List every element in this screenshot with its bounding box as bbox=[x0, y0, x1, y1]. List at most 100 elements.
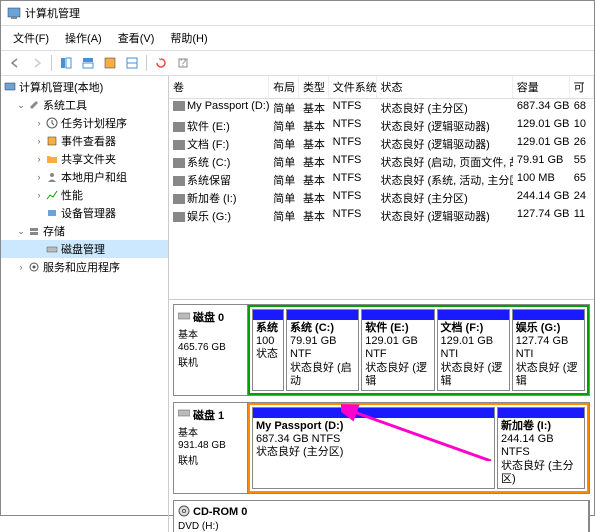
services-icon bbox=[27, 260, 41, 274]
tree-label: 性能 bbox=[61, 187, 83, 203]
partition[interactable]: 系统100状态 bbox=[252, 309, 284, 391]
view-button-2[interactable] bbox=[78, 53, 98, 73]
volume-row[interactable]: My Passport (D:)简单基本NTFS状态良好 (主分区)687.34… bbox=[169, 99, 594, 117]
menu-view[interactable]: 查看(V) bbox=[110, 28, 163, 48]
tree-device-manager[interactable]: 设备管理器 bbox=[1, 204, 168, 222]
volume-row[interactable]: 新加卷 (I:)简单基本NTFS状态良好 (主分区)244.14 GB24 bbox=[169, 189, 594, 207]
menu-help[interactable]: 帮助(H) bbox=[162, 28, 215, 48]
tree-event-viewer[interactable]: › 事件查看器 bbox=[1, 132, 168, 150]
view-button-1[interactable] bbox=[56, 53, 76, 73]
expand-icon[interactable]: › bbox=[33, 190, 45, 200]
cdrom-sub: DVD (H:) bbox=[178, 521, 584, 532]
toolbar: ? bbox=[1, 51, 594, 76]
volume-list[interactable]: 卷 布局 类型 文件系统 状态 容量 可 My Passport (D:)简单基… bbox=[169, 76, 594, 300]
storage-icon bbox=[27, 224, 41, 238]
event-icon bbox=[45, 134, 59, 148]
volume-icon bbox=[173, 176, 185, 186]
partition[interactable]: My Passport (D:)687.34 GB NTFS状态良好 (主分区) bbox=[252, 407, 495, 489]
partition[interactable]: 系统 (C:)79.91 GB NTF状态良好 (启动 bbox=[286, 309, 359, 391]
tree-services[interactable]: › 服务和应用程序 bbox=[1, 258, 168, 276]
col-free[interactable]: 可 bbox=[570, 76, 594, 98]
disk-1-row[interactable]: 磁盘 1 基本 931.48 GB 联机 My Passport (D:)687… bbox=[173, 402, 590, 494]
tree-pane[interactable]: 计算机管理(本地) ⌄ 系统工具 › 任务计划程序 › 事件查看器 › 共享文件… bbox=[1, 76, 169, 532]
col-layout[interactable]: 布局 bbox=[269, 76, 299, 98]
tree-local-users[interactable]: › 本地用户和组 bbox=[1, 168, 168, 186]
volume-row[interactable]: 软件 (E:)简单基本NTFS状态良好 (逻辑驱动器)129.01 GB10 bbox=[169, 117, 594, 135]
expand-icon[interactable]: › bbox=[33, 118, 45, 128]
disk-0-row[interactable]: 磁盘 0 基本 465.76 GB 联机 系统100状态系统 (C:)79.91… bbox=[173, 304, 590, 396]
expand-icon[interactable]: › bbox=[33, 172, 45, 182]
tree-label: 计算机管理(本地) bbox=[19, 79, 103, 95]
titlebar: 计算机管理 bbox=[1, 1, 594, 26]
col-fs[interactable]: 文件系统 bbox=[329, 76, 377, 98]
tree-label: 事件查看器 bbox=[61, 133, 116, 149]
tree-task-scheduler[interactable]: › 任务计划程序 bbox=[1, 114, 168, 132]
device-icon bbox=[45, 206, 59, 220]
collapse-icon[interactable]: ⌄ bbox=[15, 100, 27, 111]
volume-icon bbox=[173, 194, 185, 204]
col-status[interactable]: 状态 bbox=[377, 76, 513, 98]
volume-icon bbox=[173, 140, 185, 150]
menu-file[interactable]: 文件(F) bbox=[5, 28, 57, 48]
volume-row[interactable]: 文档 (F:)简单基本NTFS状态良好 (逻辑驱动器)129.01 GB26 bbox=[169, 135, 594, 153]
disk-graphical-pane[interactable]: 磁盘 0 基本 465.76 GB 联机 系统100状态系统 (C:)79.91… bbox=[169, 300, 594, 532]
tree-system-tools[interactable]: ⌄ 系统工具 bbox=[1, 96, 168, 114]
disk-0-label[interactable]: 磁盘 0 基本 465.76 GB 联机 bbox=[174, 305, 248, 395]
disk-status: 联机 bbox=[178, 354, 243, 369]
collapse-icon[interactable]: ⌄ bbox=[15, 226, 27, 237]
tree-label: 设备管理器 bbox=[61, 205, 116, 221]
menu-action[interactable]: 操作(A) bbox=[57, 28, 110, 48]
tree-label: 存储 bbox=[43, 223, 65, 239]
disk-0-partitions: 系统100状态系统 (C:)79.91 GB NTF状态良好 (启动软件 (E:… bbox=[248, 305, 589, 395]
view-button-4[interactable] bbox=[122, 53, 142, 73]
disk-status: 联机 bbox=[178, 452, 243, 467]
expand-icon[interactable]: › bbox=[33, 154, 45, 164]
tree-label: 共享文件夹 bbox=[61, 151, 116, 167]
tree-performance[interactable]: › 性能 bbox=[1, 186, 168, 204]
col-type[interactable]: 类型 bbox=[299, 76, 329, 98]
view-button-3[interactable] bbox=[100, 53, 120, 73]
perf-icon bbox=[45, 188, 59, 202]
partition[interactable]: 软件 (E:)129.01 GB NTF状态良好 (逻辑 bbox=[361, 309, 434, 391]
cdrom-title: CD-ROM 0 bbox=[193, 506, 247, 518]
expand-icon[interactable]: › bbox=[15, 262, 27, 272]
cdrom-label[interactable]: CD-ROM 0 DVD (H:) bbox=[174, 501, 589, 532]
volume-icon bbox=[173, 212, 185, 222]
col-capacity[interactable]: 容量 bbox=[513, 76, 570, 98]
tree-root[interactable]: 计算机管理(本地) bbox=[1, 78, 168, 96]
tools-icon bbox=[27, 98, 41, 112]
volume-icon bbox=[173, 158, 185, 168]
disk-size: 465.76 GB bbox=[178, 342, 243, 353]
tree-label: 任务计划程序 bbox=[61, 115, 127, 131]
tree-shared-folders[interactable]: › 共享文件夹 bbox=[1, 150, 168, 168]
tree-label: 本地用户和组 bbox=[61, 169, 127, 185]
tree-disk-mgmt[interactable]: 磁盘管理 bbox=[1, 240, 168, 258]
partition[interactable]: 新加卷 (I:)244.14 GB NTFS状态良好 (主分区) bbox=[497, 407, 585, 489]
tree-label: 服务和应用程序 bbox=[43, 259, 120, 275]
users-icon bbox=[45, 170, 59, 184]
forward-button[interactable] bbox=[27, 53, 47, 73]
expand-icon[interactable]: › bbox=[33, 136, 45, 146]
partition[interactable]: 文档 (F:)129.01 GB NTI状态良好 (逻辑 bbox=[437, 309, 510, 391]
disk-icon bbox=[178, 408, 190, 421]
disk-title: 磁盘 0 bbox=[193, 309, 224, 325]
volume-row[interactable]: 系统 (C:)简单基本NTFS状态良好 (启动, 页面文件, 故障转储, 主分区… bbox=[169, 153, 594, 171]
volume-icon bbox=[173, 101, 185, 111]
disk-icon bbox=[178, 311, 190, 324]
scheduler-icon bbox=[45, 116, 59, 130]
disk-basic: 基本 bbox=[178, 424, 243, 439]
volume-row[interactable]: 娱乐 (G:)简单基本NTFS状态良好 (逻辑驱动器)127.74 GB11 bbox=[169, 207, 594, 225]
disk-title: 磁盘 1 bbox=[193, 407, 224, 423]
back-button[interactable] bbox=[5, 53, 25, 73]
toolbar-separator bbox=[51, 55, 52, 71]
refresh-button[interactable] bbox=[151, 53, 171, 73]
disk-icon bbox=[45, 242, 59, 256]
volume-row[interactable]: 系统保留简单基本NTFS状态良好 (系统, 活动, 主分区)100 MB65 bbox=[169, 171, 594, 189]
tree-storage[interactable]: ⌄ 存储 bbox=[1, 222, 168, 240]
volume-icon bbox=[173, 122, 185, 132]
col-name[interactable]: 卷 bbox=[169, 76, 269, 98]
partition[interactable]: 娱乐 (G:)127.74 GB NTI状态良好 (逻辑 bbox=[512, 309, 585, 391]
help-button[interactable]: ? bbox=[173, 53, 193, 73]
toolbar-separator bbox=[146, 55, 147, 71]
disk-1-label[interactable]: 磁盘 1 基本 931.48 GB 联机 bbox=[174, 403, 248, 493]
